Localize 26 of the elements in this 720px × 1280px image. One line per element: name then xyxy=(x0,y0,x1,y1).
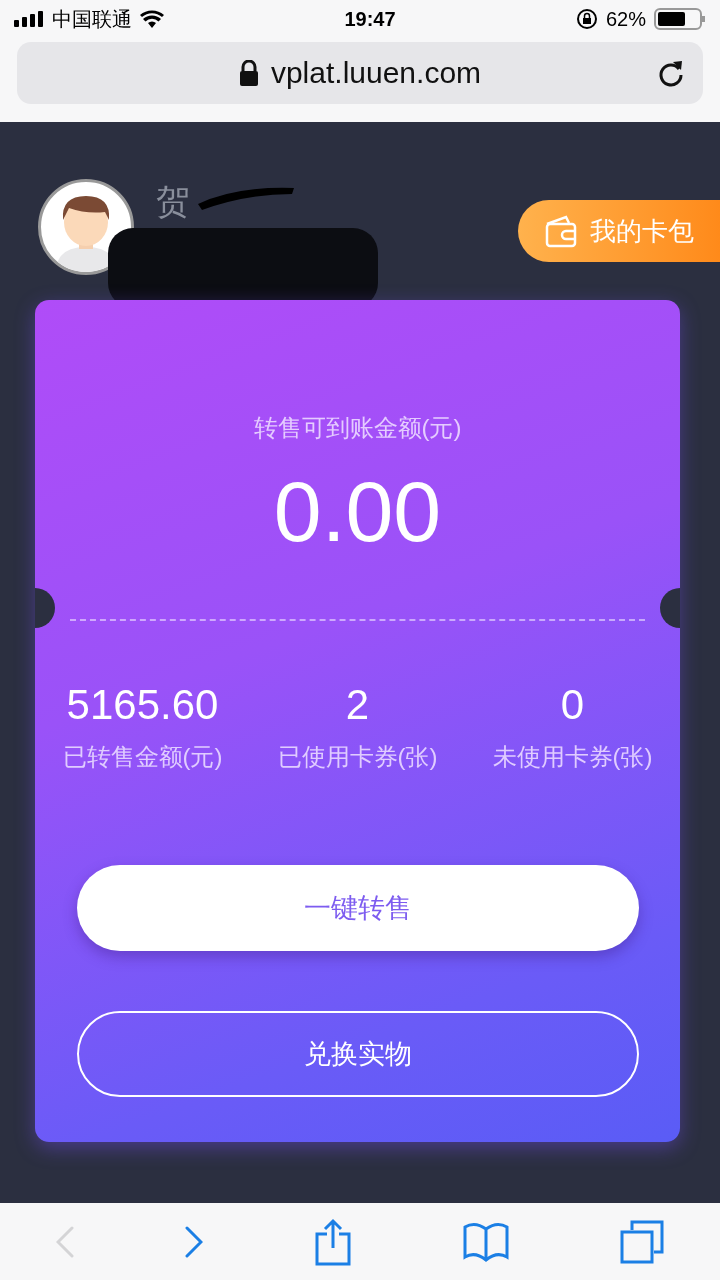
balance-amount: 0.00 xyxy=(273,462,442,561)
url-text[interactable]: vplat.luuen.com xyxy=(270,56,482,90)
user-name: 贺 xyxy=(156,181,190,222)
bookmarks-icon[interactable] xyxy=(462,1220,509,1263)
share-icon[interactable] xyxy=(315,1217,351,1266)
forward-icon[interactable] xyxy=(185,1225,204,1258)
stat-label: 已使用卡券(张) xyxy=(277,742,438,772)
stat-value: 0 xyxy=(560,681,585,729)
resell-button[interactable]: 一键转售 xyxy=(76,865,639,951)
rotation-lock-icon xyxy=(575,8,598,30)
carrier-name: 中国联通 xyxy=(52,6,132,32)
battery-icon xyxy=(654,8,706,30)
signal-icon xyxy=(14,11,44,27)
stat-label: 已转售金额(元) xyxy=(62,742,223,772)
reload-icon[interactable] xyxy=(657,58,685,88)
wallet-icon xyxy=(544,214,578,248)
lock-icon xyxy=(238,60,259,86)
stat-value: 2 xyxy=(345,681,370,729)
exchange-button[interactable]: 兑换实物 xyxy=(76,1011,639,1097)
stat-value: 5165.60 xyxy=(66,681,219,729)
battery-percent: 62% xyxy=(605,7,646,31)
wifi-icon xyxy=(140,10,164,28)
tabs-icon[interactable] xyxy=(620,1219,665,1264)
clock-time: 19:47 xyxy=(343,7,397,31)
balance-title: 转售可到账金额(元) xyxy=(253,413,462,443)
stat-label: 未使用卡券(张) xyxy=(492,742,653,772)
